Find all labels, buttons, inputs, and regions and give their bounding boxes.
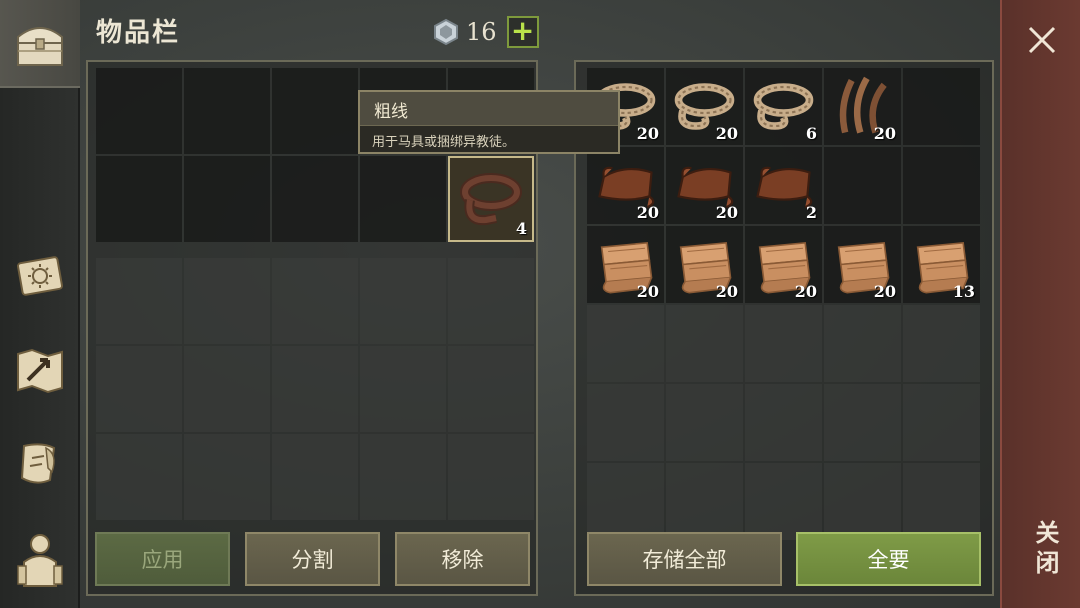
empty-slot[interactable] — [745, 384, 822, 461]
item-slot-leather[interactable]: 2 — [745, 147, 822, 224]
journal-icon — [11, 250, 69, 302]
item-slot-leather[interactable]: 20 — [666, 147, 743, 224]
item-count: 13 — [952, 282, 975, 301]
inventory-grid-locked — [96, 258, 534, 520]
empty-slot[interactable] — [360, 156, 446, 242]
item-slot-cloth[interactable]: 20 — [745, 226, 822, 303]
left-nav — [0, 0, 80, 608]
item-slot-plant-fiber[interactable]: 20 — [824, 68, 901, 145]
empty-slot[interactable] — [96, 258, 182, 344]
empty-slot[interactable] — [903, 463, 980, 540]
item-slot-rope[interactable]: 6 — [745, 68, 822, 145]
empty-slot[interactable] — [903, 68, 980, 145]
item-slot-leather-strap[interactable]: 4 — [448, 156, 534, 242]
empty-slot[interactable] — [587, 384, 664, 461]
empty-slot[interactable] — [824, 384, 901, 461]
empty-slot[interactable] — [448, 434, 534, 520]
take-all-button[interactable]: 全要 — [796, 532, 981, 586]
empty-slot[interactable] — [184, 258, 270, 344]
empty-slot[interactable] — [745, 305, 822, 382]
empty-slot[interactable] — [587, 305, 664, 382]
item-count: 20 — [636, 203, 659, 222]
nav-map[interactable] — [0, 326, 80, 414]
item-slot-cloth[interactable]: 13 — [903, 226, 980, 303]
storage-grid: 20 20 6 20 20 20 2 20 20 20 20 13 — [587, 68, 980, 540]
item-slot-cloth[interactable]: 20 — [587, 226, 664, 303]
empty-slot[interactable] — [824, 147, 901, 224]
item-count: 20 — [873, 124, 896, 143]
currency-value: 16 — [466, 18, 497, 46]
character-icon — [11, 534, 69, 587]
store-all-button[interactable]: 存储全部 — [587, 532, 782, 586]
item-count: 6 — [805, 124, 817, 143]
remove-button[interactable]: 移除 — [395, 532, 530, 586]
empty-slot[interactable] — [903, 305, 980, 382]
tooltip-title: 粗线 — [360, 92, 618, 126]
item-count: 2 — [805, 203, 817, 222]
item-slot-leather[interactable]: 20 — [587, 147, 664, 224]
chest-icon — [11, 17, 69, 69]
empty-slot[interactable] — [824, 463, 901, 540]
item-count: 20 — [636, 282, 659, 301]
item-count: 20 — [794, 282, 817, 301]
item-count: 20 — [715, 124, 738, 143]
empty-slot[interactable] — [745, 463, 822, 540]
item-slot-rope[interactable]: 20 — [666, 68, 743, 145]
item-count: 20 — [873, 282, 896, 301]
split-button[interactable]: 分割 — [245, 532, 380, 586]
item-count: 20 — [636, 124, 659, 143]
item-count: 20 — [715, 282, 738, 301]
empty-slot[interactable] — [96, 68, 182, 154]
add-currency-button[interactable]: + — [506, 16, 539, 48]
empty-slot[interactable] — [360, 434, 446, 520]
apply-button[interactable]: 应用 — [95, 532, 230, 586]
empty-slot[interactable] — [96, 156, 182, 242]
empty-slot[interactable] — [824, 305, 901, 382]
item-tooltip: 粗线 用于马具或捆绑异教徒。 — [358, 90, 620, 154]
empty-slot[interactable] — [903, 147, 980, 224]
empty-slot[interactable] — [903, 384, 980, 461]
item-slot-cloth[interactable]: 20 — [666, 226, 743, 303]
empty-slot[interactable] — [272, 434, 358, 520]
empty-slot[interactable] — [272, 156, 358, 242]
map-icon — [11, 344, 69, 396]
close-icon[interactable] — [1024, 22, 1060, 58]
nav-journal[interactable] — [0, 232, 80, 320]
empty-slot[interactable] — [448, 346, 534, 432]
empty-slot[interactable] — [272, 346, 358, 432]
empty-slot[interactable] — [666, 305, 743, 382]
nav-character[interactable] — [0, 516, 80, 604]
item-count: 20 — [715, 203, 738, 222]
item-slot-cloth[interactable]: 20 — [824, 226, 901, 303]
empty-slot[interactable] — [666, 463, 743, 540]
currency-display: 16 + — [432, 16, 539, 48]
empty-slot[interactable] — [96, 434, 182, 520]
page-title: 物品栏 — [96, 18, 181, 48]
close-label[interactable]: 关闭 — [1028, 520, 1063, 580]
empty-slot[interactable] — [184, 434, 270, 520]
nav-quests[interactable] — [0, 420, 80, 508]
empty-slot[interactable] — [360, 346, 446, 432]
empty-slot[interactable] — [184, 156, 270, 242]
empty-slot[interactable] — [272, 258, 358, 344]
item-count: 4 — [515, 219, 527, 238]
empty-slot[interactable] — [184, 346, 270, 432]
empty-slot[interactable] — [272, 68, 358, 154]
gem-icon — [432, 18, 460, 46]
empty-slot[interactable] — [96, 346, 182, 432]
quest-scroll-icon — [11, 438, 69, 490]
tooltip-description: 用于马具或捆绑异教徒。 — [372, 135, 516, 150]
close-panel[interactable]: 关闭 — [1000, 0, 1080, 608]
empty-slot[interactable] — [666, 384, 743, 461]
empty-slot[interactable] — [448, 258, 534, 344]
empty-slot[interactable] — [587, 463, 664, 540]
empty-slot[interactable] — [360, 258, 446, 344]
empty-slot[interactable] — [184, 68, 270, 154]
nav-inventory[interactable] — [0, 0, 80, 88]
